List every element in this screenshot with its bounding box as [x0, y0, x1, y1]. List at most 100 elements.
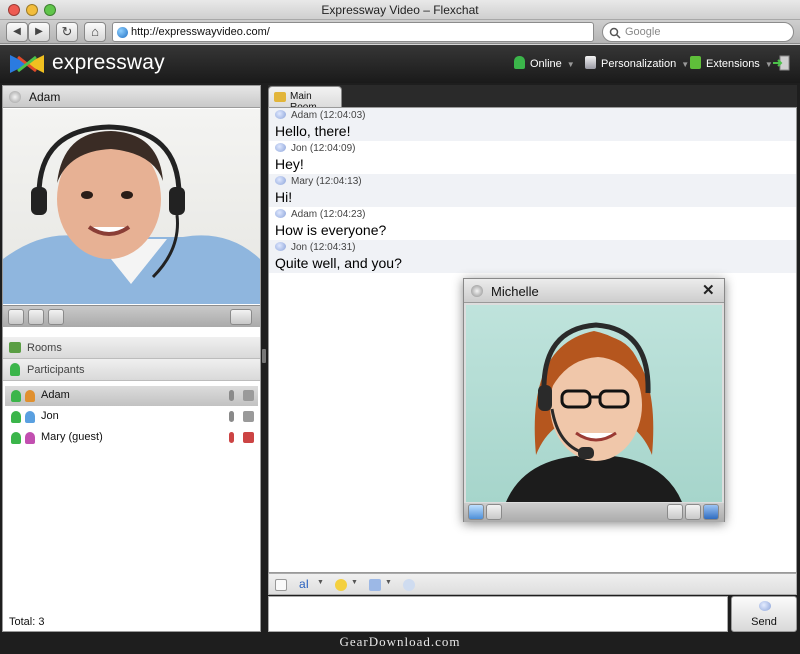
- logout-icon[interactable]: [772, 55, 790, 71]
- compose-toolbar: aI ▼ ▼ ▼: [268, 573, 797, 595]
- zoom-icon[interactable]: [667, 504, 683, 520]
- personalization-label: Personalization: [601, 58, 677, 70]
- message-input[interactable]: [268, 596, 728, 632]
- search-icon: [609, 27, 621, 39]
- tab-main-room[interactable]: Main Room: [268, 86, 342, 113]
- speech-bubble-icon: [275, 110, 286, 119]
- send-label: Send: [751, 616, 777, 628]
- rooms-icon: [9, 342, 21, 353]
- reload-button[interactable]: ↻: [56, 22, 78, 42]
- participant-row[interactable]: Jon: [5, 407, 258, 427]
- globe-icon: [117, 27, 128, 38]
- room-tabs: Main Room: [268, 85, 797, 113]
- extensions-label: Extensions: [706, 58, 760, 70]
- app-logo-text: expressway: [52, 51, 165, 74]
- add-chat-icon[interactable]: [369, 579, 381, 591]
- chevron-down-icon[interactable]: ▼: [351, 579, 358, 586]
- participant-name: Mary (guest): [41, 431, 103, 443]
- message-sender: Jon (12:04:09): [291, 143, 356, 154]
- chat-message: Jon (12:04:09) Hey!: [269, 141, 796, 174]
- user-video-header: Adam: [3, 86, 260, 108]
- participants-section[interactable]: Participants: [3, 359, 260, 381]
- browser-toolbar: ◀ ▶ ↻ ⌂ http://expresswayvideo.com/ Goog…: [0, 20, 800, 44]
- window-title: Expressway Video – Flexchat: [321, 3, 479, 17]
- video-controls: [3, 305, 260, 327]
- save-icon[interactable]: [703, 504, 719, 520]
- participant-row[interactable]: Adam: [5, 386, 258, 406]
- message-text: Hey!: [275, 156, 304, 172]
- pencil-icon[interactable]: [8, 309, 24, 325]
- microphone-muted-icon[interactable]: [229, 432, 234, 443]
- chevron-down-icon[interactable]: ▼: [385, 579, 392, 586]
- message-sender: Adam (12:04:23): [291, 209, 366, 220]
- online-label: Online: [530, 58, 562, 70]
- message-text: Hello, there!: [275, 123, 351, 139]
- room-icon: [274, 92, 286, 102]
- user-name: Adam: [29, 90, 61, 104]
- forward-button[interactable]: ▶: [28, 22, 50, 42]
- chat-message: Adam (12:04:23) How is everyone?: [269, 207, 796, 240]
- remote-video-image: [506, 322, 682, 502]
- message-text: Hi!: [275, 189, 293, 205]
- online-status-icon: [11, 432, 21, 444]
- microphone-toggle-button[interactable]: [48, 309, 64, 325]
- camera-icon[interactable]: [243, 390, 254, 401]
- speech-bubble-icon: [275, 242, 286, 251]
- video-settings-button[interactable]: [230, 309, 252, 325]
- expressway-logo-icon: [10, 55, 44, 73]
- edit-icon[interactable]: [685, 504, 701, 520]
- panel-resize-handle[interactable]: [262, 349, 266, 363]
- user-video-image: [3, 124, 260, 304]
- popup-header[interactable]: Michelle ✕: [464, 279, 724, 303]
- speech-bubble-icon: [275, 176, 286, 185]
- chevron-down-icon[interactable]: ▼: [317, 579, 324, 586]
- address-bar[interactable]: http://expresswayvideo.com/: [112, 22, 594, 42]
- user-video-feed: [3, 109, 260, 304]
- reload-icon: ↻: [61, 24, 73, 39]
- rooms-section[interactable]: Rooms: [3, 337, 260, 359]
- home-icon: ⌂: [91, 24, 99, 39]
- popup-controls: [464, 503, 724, 522]
- chat-message: Mary (12:04:13) Hi!: [269, 174, 796, 207]
- participants-label: Participants: [27, 364, 85, 376]
- back-button[interactable]: ◀: [6, 22, 28, 42]
- camera-icon[interactable]: [243, 411, 254, 422]
- home-button[interactable]: ⌂: [84, 22, 106, 42]
- video-popup-window[interactable]: Michelle ✕: [463, 278, 725, 522]
- chat-message: Adam (12:04:03) Hello, there!: [269, 108, 796, 141]
- microphone-icon[interactable]: [229, 390, 234, 401]
- participant-name: Jon: [41, 410, 59, 422]
- clock-icon[interactable]: [403, 579, 415, 591]
- url-text: http://expresswayvideo.com/: [131, 26, 270, 38]
- speech-bubble-icon: [759, 601, 771, 611]
- message-sender: Mary (12:04:13): [291, 176, 362, 187]
- webcam-icon: [471, 285, 483, 297]
- rooms-label: Rooms: [27, 342, 62, 354]
- browser-window: Expressway Video – Flexchat ◀ ▶ ↻ ⌂ http…: [0, 0, 800, 654]
- chevron-down-icon: ▼: [681, 60, 690, 69]
- close-icon[interactable]: ✕: [702, 281, 715, 299]
- send-button[interactable]: Send: [731, 596, 797, 632]
- extensions-menu[interactable]: Extensions ▼: [690, 56, 773, 70]
- person-icon: [25, 411, 35, 423]
- personalization-menu[interactable]: Personalization ▼: [585, 56, 689, 70]
- online-status-menu[interactable]: Online ▼: [514, 56, 575, 70]
- watermark: GearDownload.com: [339, 634, 461, 649]
- online-status-icon: [11, 390, 21, 402]
- search-placeholder: Google: [625, 26, 661, 38]
- screen-icon[interactable]: [468, 504, 484, 520]
- message-sender: Jon (12:04:31): [291, 242, 356, 253]
- search-field[interactable]: Google: [602, 22, 794, 42]
- emoticon-icon[interactable]: [335, 579, 347, 591]
- font-style-icon[interactable]: aI: [299, 577, 309, 591]
- camera-toggle-button[interactable]: [28, 309, 44, 325]
- participant-name: Adam: [41, 389, 70, 401]
- camera-off-icon[interactable]: [243, 432, 254, 443]
- participants-icon: [10, 363, 20, 376]
- microphone-icon[interactable]: [229, 411, 234, 422]
- new-document-icon[interactable]: [275, 579, 287, 591]
- remote-video-feed: [466, 305, 722, 502]
- speaker-icon[interactable]: [486, 504, 502, 520]
- chat-message: Jon (12:04:31) Quite well, and you?: [269, 240, 796, 273]
- participant-row[interactable]: Mary (guest): [5, 428, 258, 448]
